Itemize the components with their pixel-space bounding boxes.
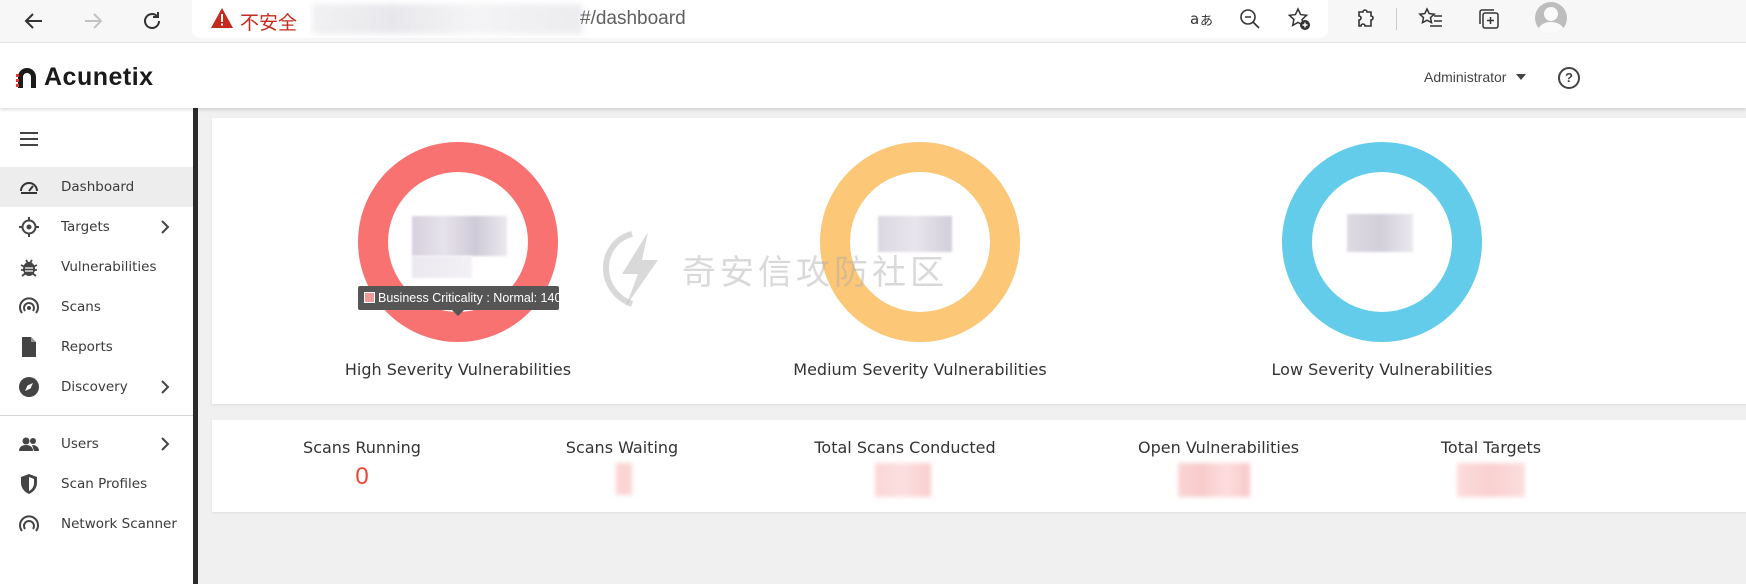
redacted-count (412, 216, 507, 256)
sidebar-item-label: Vulnerabilities (61, 259, 157, 275)
sidebar-item-label: Reports (61, 339, 113, 355)
stat-label: Open Vulnerabilities (1138, 438, 1300, 457)
redacted-count (616, 463, 632, 495)
stat-total-targets[interactable]: Total Targets (1436, 438, 1546, 499)
favorites-icon[interactable] (1416, 4, 1446, 34)
url-path: #/dashboard (580, 8, 686, 29)
warning-icon (211, 8, 233, 28)
browser-toolbar: 不安全 #/dashboard a あ (0, 0, 1746, 43)
redacted-host (312, 4, 582, 34)
scans-running-value: 0 (355, 463, 369, 490)
user-menu[interactable]: Administrator (1424, 69, 1527, 85)
sidebar-item-network-scanner[interactable]: Network Scanner (0, 504, 193, 544)
logo-text: Acunetix (44, 63, 154, 91)
svg-text:a: a (1190, 10, 1199, 28)
sidebar-item-scans[interactable]: Scans (0, 287, 193, 327)
app-header: Acunetix Administrator (0, 44, 1746, 108)
extensions-icon[interactable] (1350, 4, 1380, 34)
chart-tooltip: Business Criticality : Normal: 1401 (358, 286, 559, 310)
chevron-right-icon (161, 220, 170, 234)
chevron-right-icon (161, 437, 170, 451)
sidebar-item-label: Users (61, 436, 99, 452)
network-icon (19, 515, 39, 532)
bug-icon (20, 259, 38, 277)
stat-label: Total Targets (1440, 438, 1542, 457)
help-icon[interactable]: ? (1558, 67, 1580, 89)
address-bar[interactable]: 不安全 #/dashboard a あ (192, 0, 1328, 38)
sidebar-item-discovery[interactable]: Discovery (0, 367, 193, 407)
tooltip-swatch (364, 292, 375, 303)
logo-mark-icon (16, 67, 36, 88)
redacted-count (875, 463, 931, 497)
sidebar-divider (0, 415, 193, 416)
translate-icon[interactable]: a あ (1189, 6, 1215, 32)
watermark-logo-icon (602, 231, 658, 307)
severity-card: High Severity Vulnerabilities Business C… (212, 118, 1746, 404)
redacted-count (412, 256, 472, 278)
dashboard-main: High Severity Vulnerabilities Business C… (198, 108, 1746, 584)
sidebar-item-label: Dashboard (61, 179, 135, 195)
tooltip-arrow (452, 310, 464, 316)
forward-icon[interactable] (76, 4, 110, 38)
sidebar-item-reports[interactable]: Reports (0, 327, 193, 367)
stats-card: Scans Running 0 Scans Waiting Total Scan… (212, 420, 1746, 512)
svg-text:あ: あ (1200, 14, 1213, 29)
toolbar-divider (1396, 8, 1397, 30)
profile-avatar[interactable] (1535, 2, 1567, 34)
users-icon (19, 437, 39, 451)
chevron-down-icon (1516, 74, 1527, 80)
stat-total-scans[interactable]: Total Scans Conducted (812, 438, 998, 499)
zoom-out-icon[interactable] (1237, 6, 1263, 32)
sidebar-item-label: Scans (61, 299, 101, 315)
stat-scans-waiting[interactable]: Scans Waiting (562, 438, 682, 499)
add-favorite-icon[interactable] (1286, 6, 1312, 32)
report-icon (22, 337, 36, 357)
sidebar-item-label: Scan Profiles (61, 476, 148, 492)
stat-value (602, 463, 642, 499)
stat-label: Scans Waiting (565, 438, 679, 457)
stat-value: 0 (342, 463, 382, 499)
sidebar-item-scan-profiles[interactable]: Scan Profiles (0, 464, 193, 504)
stat-label: Total Scans Conducted (814, 438, 996, 457)
stat-value (1451, 463, 1531, 499)
stat-scans-running[interactable]: Scans Running 0 (302, 438, 422, 499)
acunetix-logo[interactable]: Acunetix (16, 63, 154, 92)
stat-open-vulnerabilities[interactable]: Open Vulnerabilities (1138, 438, 1300, 499)
sidebar-item-targets[interactable]: Targets (0, 207, 193, 247)
security-warning-text: 不安全 (240, 12, 298, 34)
sidebar-item-label: Targets (61, 219, 110, 235)
shield-icon (21, 474, 37, 494)
redacted-count (1178, 463, 1250, 497)
refresh-icon[interactable] (135, 4, 169, 38)
tooltip-text: Business Criticality : Normal: 1401 (378, 291, 559, 305)
sidebar-item-label: Discovery (61, 379, 128, 395)
stat-value (875, 463, 935, 499)
watermark: 奇安信攻防社区 (602, 230, 948, 308)
sidebar-item-dashboard[interactable]: Dashboard (0, 167, 193, 207)
stat-label: Scans Running (303, 438, 421, 457)
watermark-text: 奇安信攻防社区 (682, 252, 948, 293)
target-icon (19, 217, 39, 237)
sidebar-item-vulnerabilities[interactable]: Vulnerabilities (0, 247, 193, 287)
chevron-right-icon (161, 380, 170, 394)
medium-severity-label: Medium Severity Vulnerabilities (793, 360, 1047, 379)
low-severity-label: Low Severity Vulnerabilities (1271, 360, 1493, 379)
scan-icon (19, 297, 39, 314)
redacted-count (1457, 463, 1525, 497)
sidebar: Dashboard Targets Vulnerabilities Scans … (0, 108, 193, 584)
hamburger-menu-icon[interactable] (20, 132, 38, 146)
collections-icon[interactable] (1474, 4, 1504, 34)
stat-value (1178, 463, 1258, 499)
user-name: Administrator (1424, 69, 1507, 85)
redacted-count (1347, 214, 1413, 252)
sidebar-item-label: Network Scanner (61, 516, 177, 532)
compass-icon (19, 377, 39, 397)
high-severity-label: High Severity Vulnerabilities (344, 360, 572, 379)
sidebar-item-users[interactable]: Users (0, 424, 193, 464)
dashboard-icon (20, 182, 38, 194)
back-icon[interactable] (17, 4, 51, 38)
